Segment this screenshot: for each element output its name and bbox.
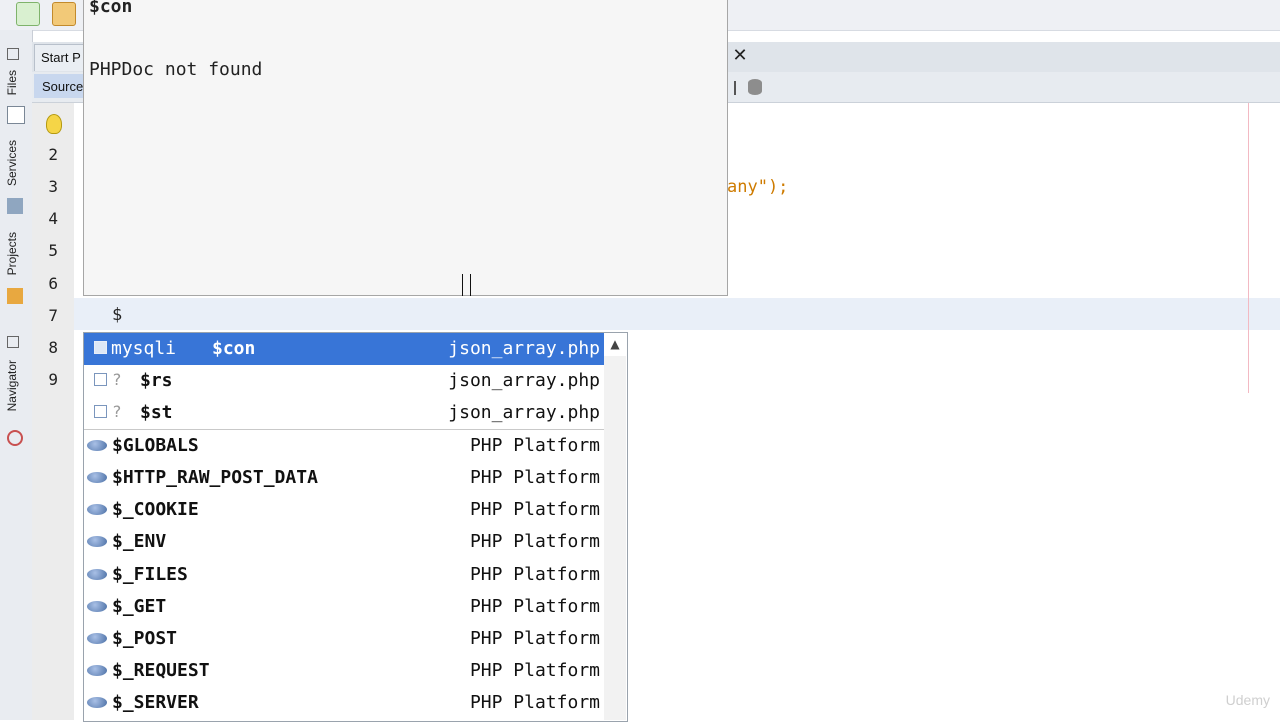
watermark: Udemy xyxy=(1225,692,1270,708)
side-panel: Files Services Projects Navigator xyxy=(0,30,33,720)
completion-item-request[interactable]: $_REQUEST PHP Platform xyxy=(84,655,604,687)
projects-tab[interactable]: Projects xyxy=(5,232,19,275)
completion-source: PHP Platform xyxy=(469,531,600,552)
php-icon xyxy=(87,697,107,708)
completion-name: $HTTP_RAW_POST_DATA xyxy=(112,467,318,488)
tab-start-page-label: Start P xyxy=(41,50,81,65)
completion-item-http-raw-post-data[interactable]: $HTTP_RAW_POST_DATA PHP Platform xyxy=(84,462,604,494)
scroll-up-icon[interactable]: ▲ xyxy=(604,332,626,356)
text-cursor-icon xyxy=(462,274,471,296)
php-icon xyxy=(87,440,107,451)
files-tab[interactable]: Files xyxy=(5,70,19,95)
code-current-line[interactable]: $ xyxy=(112,305,122,325)
completion-source: PHP Platform xyxy=(469,596,600,617)
completion-source: PHP Platform xyxy=(469,467,600,488)
completion-source: PHP Platform xyxy=(469,435,600,456)
line-number: 8 xyxy=(48,338,58,357)
variable-icon xyxy=(94,341,107,354)
tab-source-label: Source xyxy=(42,79,84,94)
completion-type: ? xyxy=(112,402,122,421)
doc-body: PHPDoc not found xyxy=(89,59,263,80)
line-number: 4 xyxy=(48,209,58,228)
services-tab[interactable]: Services xyxy=(5,140,19,186)
completion-item-st[interactable]: ? $st json_array.php xyxy=(84,397,604,429)
line-number: 5 xyxy=(48,241,58,260)
completion-name: $_SERVER xyxy=(112,692,199,713)
services-icon[interactable] xyxy=(7,198,23,214)
completion-name: $_POST xyxy=(112,628,178,649)
close-icon[interactable]: ✕ xyxy=(729,45,751,67)
completion-source: json_array.php xyxy=(448,370,600,391)
code-fragment[interactable]: any"); xyxy=(727,177,788,197)
new-project-icon[interactable] xyxy=(16,2,40,26)
completion-item-con[interactable]: mysqli $con json_array.php xyxy=(84,333,604,365)
php-icon xyxy=(87,504,107,515)
current-line-highlight xyxy=(74,298,1280,330)
completion-name: $_ENV xyxy=(112,531,167,552)
php-icon xyxy=(87,633,107,644)
php-icon xyxy=(87,569,107,580)
completion-name: $rs xyxy=(140,370,173,391)
completion-name: $st xyxy=(140,402,173,423)
doc-title: $con xyxy=(89,0,133,17)
php-icon xyxy=(87,665,107,676)
completion-scrollbar[interactable] xyxy=(604,356,626,720)
line-number: 2 xyxy=(48,145,58,164)
navigator-tab[interactable]: Navigator xyxy=(5,360,19,411)
php-icon xyxy=(87,536,107,547)
php-icon xyxy=(87,601,107,612)
code-completion-list[interactable]: mysqli $con json_array.php ? $rs json_ar… xyxy=(83,332,628,722)
line-number: 7 xyxy=(48,306,58,325)
completion-item-cookie[interactable]: $_COOKIE PHP Platform xyxy=(84,494,604,526)
completion-item-files[interactable]: $_FILES PHP Platform xyxy=(84,559,604,591)
completion-source: PHP Platform xyxy=(469,628,600,649)
line-number: 3 xyxy=(48,177,58,196)
completion-name: $_FILES xyxy=(112,564,188,585)
php-icon xyxy=(87,472,107,483)
completion-item-get[interactable]: $_GET PHP Platform xyxy=(84,591,604,623)
variable-icon xyxy=(94,373,107,386)
completion-type: mysqli xyxy=(111,338,177,359)
right-margin-line xyxy=(1248,103,1249,393)
restore-window-icon-2[interactable] xyxy=(7,336,19,348)
completion-source: PHP Platform xyxy=(469,564,600,585)
completion-name: $_GET xyxy=(112,596,167,617)
completion-name: $GLOBALS xyxy=(112,435,199,456)
documentation-popup: $con PHPDoc not found xyxy=(83,0,728,296)
completion-item-server[interactable]: $_SERVER PHP Platform xyxy=(84,687,604,719)
completion-item-post[interactable]: $_POST PHP Platform xyxy=(84,623,604,655)
completion-name: $con xyxy=(212,338,256,359)
line-number: 6 xyxy=(48,274,58,293)
completion-source: PHP Platform xyxy=(469,499,600,520)
completion-name: $_REQUEST xyxy=(112,660,210,681)
hint-bulb-icon[interactable] xyxy=(46,114,62,134)
line-number: 9 xyxy=(48,370,58,389)
variable-icon xyxy=(94,405,107,418)
completion-source: PHP Platform xyxy=(469,692,600,713)
database-icon[interactable] xyxy=(748,79,762,95)
completion-item-rs[interactable]: ? $rs json_array.php xyxy=(84,365,604,397)
files-icon[interactable] xyxy=(7,106,25,124)
restore-window-icon[interactable] xyxy=(7,48,19,60)
completion-type: ? xyxy=(112,370,122,389)
projects-icon[interactable] xyxy=(7,288,23,304)
completion-source: PHP Platform xyxy=(469,660,600,681)
completion-source: json_array.php xyxy=(448,402,600,423)
completion-source: json_array.php xyxy=(448,338,600,359)
open-project-icon[interactable] xyxy=(52,2,76,26)
completion-item-globals[interactable]: $GLOBALS PHP Platform xyxy=(84,430,604,462)
completion-item-env[interactable]: $_ENV PHP Platform xyxy=(84,526,604,558)
navigator-icon[interactable] xyxy=(7,430,23,446)
completion-name: $_COOKIE xyxy=(112,499,199,520)
